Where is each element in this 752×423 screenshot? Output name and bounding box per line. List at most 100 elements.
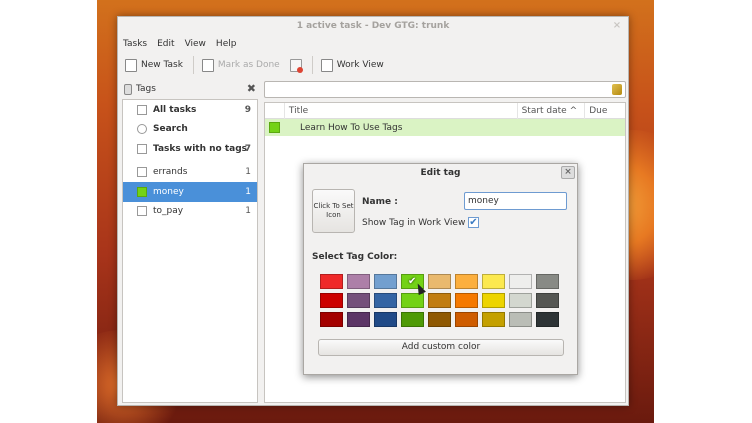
color-swatch[interactable] (426, 272, 453, 291)
table-row[interactable]: Learn How To Use Tags (265, 119, 625, 136)
tag-item-money[interactable]: money 1 (123, 182, 257, 202)
tag-name-input[interactable] (464, 192, 567, 210)
color-swatch-fill (509, 293, 532, 308)
select-color-label: Select Tag Color: (312, 252, 398, 262)
color-swatch-fill (374, 293, 397, 308)
color-swatch-fill (536, 293, 559, 308)
color-swatch-fill (482, 274, 505, 289)
menu-tasks[interactable]: Tasks (123, 39, 147, 49)
tag-item-all-tasks[interactable]: All tasks 9 (123, 100, 257, 120)
tag-item-search[interactable]: Search (123, 120, 257, 140)
close-tags-icon[interactable]: ✖ (247, 83, 256, 94)
dismiss-task-button[interactable] (289, 58, 303, 73)
show-in-workview-label: Show Tag in Work View : (362, 218, 472, 228)
color-swatch[interactable] (372, 310, 399, 329)
mark-done-icon (201, 58, 214, 72)
tags-header: Tags ✖ (122, 81, 258, 97)
color-swatch-fill (374, 274, 397, 289)
window-close-icon[interactable]: × (612, 21, 622, 31)
column-header-title[interactable]: Title (285, 102, 518, 119)
work-view-label: Work View (336, 60, 384, 70)
color-swatch-fill (320, 312, 343, 327)
mark-done-button[interactable]: Mark as Done (201, 58, 280, 72)
dialog-titlebar[interactable]: Edit tag × (304, 164, 577, 182)
color-swatch[interactable] (453, 272, 480, 291)
color-swatch[interactable] (372, 291, 399, 310)
color-swatch-fill (509, 312, 532, 327)
color-swatch[interactable] (318, 272, 345, 291)
color-swatch-fill (482, 293, 505, 308)
quick-add-input[interactable] (264, 81, 626, 98)
mark-done-label: Mark as Done (217, 60, 280, 70)
color-swatch-fill (401, 312, 424, 327)
clear-brush-icon[interactable] (612, 84, 622, 95)
color-swatch[interactable] (453, 310, 480, 329)
dialog-close-icon[interactable]: × (561, 166, 575, 179)
color-swatch-fill (509, 274, 532, 289)
color-swatch[interactable] (426, 291, 453, 310)
toolbar-separator-2 (311, 56, 313, 74)
column-header-start-date[interactable]: Start date ^ (518, 102, 586, 119)
menu-help[interactable]: Help (216, 39, 237, 49)
color-swatch-fill (536, 312, 559, 327)
tag-item-errands[interactable]: errands 1 (123, 163, 257, 183)
dismiss-task-icon (289, 58, 303, 73)
color-swatch-fill (347, 312, 370, 327)
tag-item-label: Tasks with no tags (153, 143, 248, 154)
work-view-button[interactable]: Work View (320, 58, 384, 72)
color-swatch-fill (347, 274, 370, 289)
color-swatch[interactable] (372, 272, 399, 291)
color-swatch[interactable] (399, 291, 426, 310)
tag-color-swatch (137, 186, 147, 197)
tag-item-count: 9 (244, 104, 251, 115)
tag-item-label: All tasks (153, 104, 197, 115)
desktop-margin-right (654, 0, 752, 423)
tags-sidebar: Tags ✖ All tasks 9 Search Tasks with no … (122, 81, 258, 403)
color-swatch[interactable] (507, 310, 534, 329)
menubar: Tasks Edit View Help (118, 35, 628, 52)
tag-color-swatch (137, 206, 147, 217)
tags-clipboard-icon (124, 83, 132, 95)
menu-edit[interactable]: Edit (157, 39, 174, 49)
color-swatch-fill (455, 274, 478, 289)
color-swatch[interactable] (507, 291, 534, 310)
color-swatch-fill (320, 274, 343, 289)
color-swatch[interactable] (318, 310, 345, 329)
color-swatch[interactable] (534, 272, 561, 291)
color-swatch[interactable] (480, 272, 507, 291)
all-tasks-icon (137, 104, 147, 115)
desktop-margin-left (0, 0, 97, 423)
set-icon-button[interactable]: Click To Set Icon (312, 189, 355, 233)
color-swatch[interactable] (534, 291, 561, 310)
color-swatch[interactable] (453, 291, 480, 310)
color-swatch[interactable] (480, 291, 507, 310)
tag-color-swatch (137, 167, 147, 178)
color-swatch[interactable] (345, 291, 372, 310)
tag-item-count: 1 (245, 167, 251, 178)
column-header-due[interactable]: Due (585, 103, 625, 119)
new-task-label: New Task (141, 60, 183, 70)
tag-item-label: money (153, 186, 184, 197)
color-swatch[interactable] (345, 272, 372, 291)
color-swatch[interactable] (345, 310, 372, 329)
menu-view[interactable]: View (185, 39, 206, 49)
new-task-button[interactable]: New Task (125, 58, 183, 72)
color-swatch-fill (428, 293, 451, 308)
color-swatch[interactable] (480, 310, 507, 329)
tag-item-to-pay[interactable]: to_pay 1 (123, 202, 257, 222)
task-table-header: Title Start date ^ Due (265, 102, 625, 119)
color-swatch[interactable] (318, 291, 345, 310)
color-swatch[interactable] (534, 310, 561, 329)
search-icon (137, 124, 147, 135)
toolbar: New Task Mark as Done Work View (118, 52, 628, 78)
add-custom-color-button[interactable]: Add custom color (318, 339, 564, 356)
color-swatch[interactable] (507, 272, 534, 291)
show-in-workview-checkbox[interactable]: ✔ (468, 217, 479, 228)
color-palette (318, 272, 561, 329)
tag-item-no-tags[interactable]: Tasks with no tags 7 (123, 139, 257, 159)
toolbar-separator (192, 56, 194, 74)
color-swatch[interactable] (399, 310, 426, 329)
window-titlebar[interactable]: 1 active task - Dev GTG: trunk × (118, 17, 628, 35)
color-swatch[interactable] (426, 310, 453, 329)
tag-item-label: errands (153, 167, 188, 178)
